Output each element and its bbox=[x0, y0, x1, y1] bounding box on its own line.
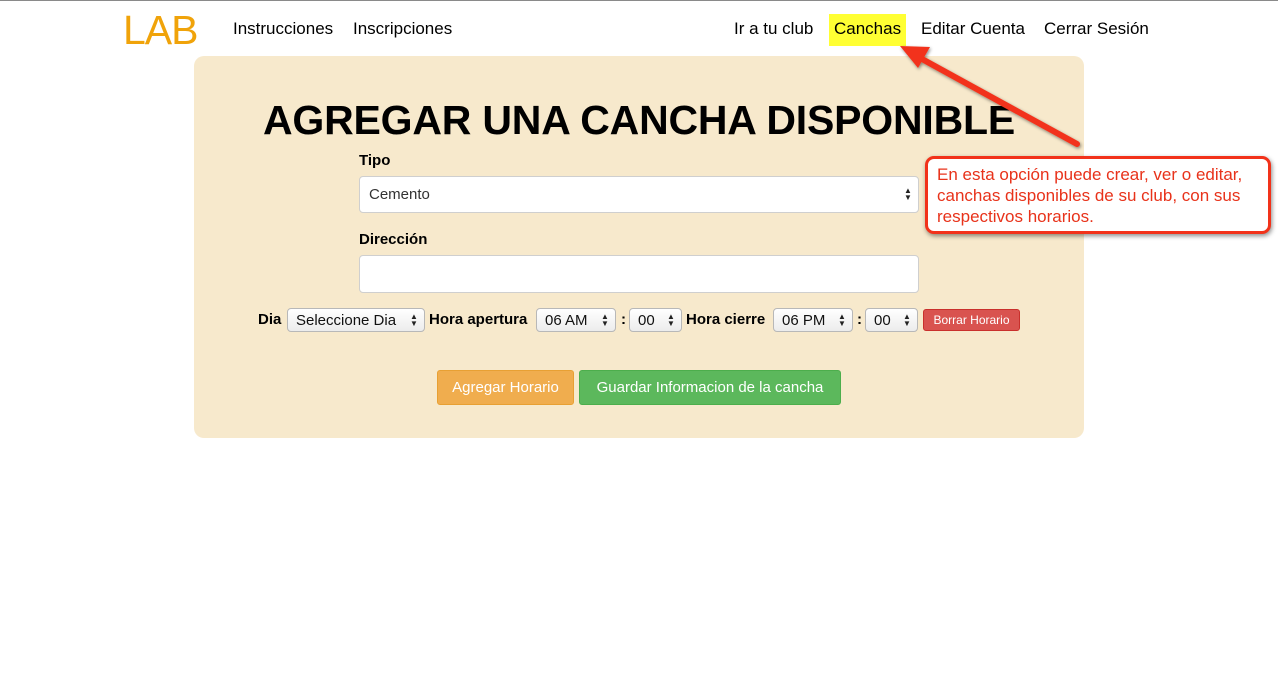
add-schedule-button[interactable]: Agregar Horario bbox=[437, 370, 574, 405]
dia-select-value: Seleccione Dia bbox=[296, 312, 397, 329]
colon-separator: : bbox=[621, 311, 626, 328]
nav-link-ir-a-tu-club[interactable]: Ir a tu club bbox=[729, 14, 818, 46]
save-court-button[interactable]: Guardar Informacion de la cancha bbox=[579, 370, 841, 405]
hora-apertura-label: Hora apertura bbox=[429, 311, 528, 328]
dia-label: Dia bbox=[258, 311, 282, 328]
direccion-label: Dirección bbox=[359, 231, 428, 248]
navbar: LAB Instrucciones Inscripciones Ir a tu … bbox=[0, 1, 1278, 55]
hora-cierre-label: Hora cierre bbox=[686, 311, 766, 328]
direccion-input[interactable] bbox=[359, 255, 919, 293]
select-arrows-icon: ▲ ▼ bbox=[903, 312, 911, 328]
tipo-label: Tipo bbox=[359, 152, 391, 169]
nav-link-editar-cuenta[interactable]: Editar Cuenta bbox=[916, 14, 1030, 46]
delete-schedule-button[interactable]: Borrar Horario bbox=[923, 309, 1020, 331]
select-arrows-icon: ▲ ▼ bbox=[410, 312, 418, 328]
cierre-min-value: 00 bbox=[874, 312, 891, 329]
apertura-hour-select[interactable]: 06 AM ▲ ▼ bbox=[536, 308, 616, 332]
annotation-callout: En esta opción puede crear, ver o editar… bbox=[925, 156, 1271, 234]
apertura-hour-value: 06 AM bbox=[545, 312, 588, 329]
tipo-select-value: Cemento bbox=[369, 186, 430, 203]
select-arrows-icon: ▲ ▼ bbox=[667, 312, 675, 328]
select-arrows-icon: ▲ ▼ bbox=[601, 312, 609, 328]
dia-select[interactable]: Seleccione Dia ▲ ▼ bbox=[287, 308, 425, 332]
page-title: AGREGAR UNA CANCHA DISPONIBLE bbox=[263, 97, 1015, 143]
nav-link-canchas[interactable]: Canchas bbox=[829, 14, 906, 46]
brand-logo[interactable]: LAB bbox=[123, 8, 198, 52]
nav-link-cerrar-sesion[interactable]: Cerrar Sesión bbox=[1039, 14, 1154, 46]
cierre-min-select[interactable]: 00 ▲ ▼ bbox=[865, 308, 918, 332]
select-arrows-icon: ▲ ▼ bbox=[904, 186, 912, 202]
tipo-select[interactable]: Cemento ▲ ▼ bbox=[359, 176, 919, 213]
cierre-hour-value: 06 PM bbox=[782, 312, 826, 329]
nav-link-instrucciones[interactable]: Instrucciones bbox=[228, 14, 338, 46]
nav-link-inscripciones[interactable]: Inscripciones bbox=[348, 14, 457, 46]
apertura-min-select[interactable]: 00 ▲ ▼ bbox=[629, 308, 682, 332]
add-court-panel: AGREGAR UNA CANCHA DISPONIBLE Tipo Cemen… bbox=[194, 56, 1084, 438]
select-arrows-icon: ▲ ▼ bbox=[838, 312, 846, 328]
colon-separator: : bbox=[857, 311, 862, 328]
cierre-hour-select[interactable]: 06 PM ▲ ▼ bbox=[773, 308, 853, 332]
apertura-min-value: 00 bbox=[638, 312, 655, 329]
